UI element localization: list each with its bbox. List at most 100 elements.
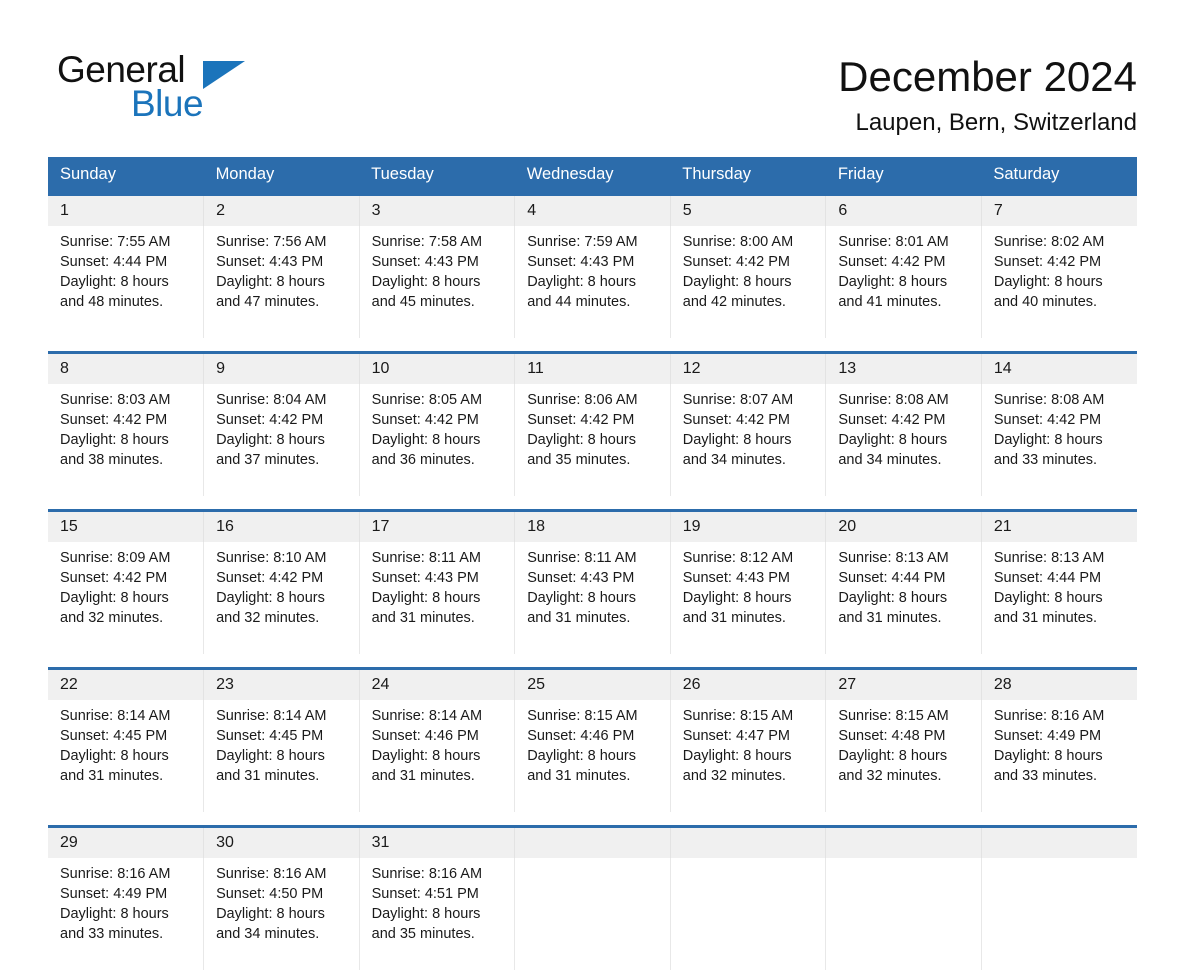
day-details-cell[interactable]: Sunrise: 7:55 AMSunset: 4:44 PMDaylight:… xyxy=(48,226,204,338)
week-details-row: Sunrise: 8:03 AMSunset: 4:42 PMDaylight:… xyxy=(48,384,1137,496)
day-daylight-line2-text: and 31 minutes. xyxy=(994,608,1129,628)
day-number-cell[interactable]: 26 xyxy=(670,669,826,701)
day-number-cell[interactable]: 10 xyxy=(359,353,515,385)
day-sunset-text: Sunset: 4:42 PM xyxy=(60,410,195,430)
day-details-cell[interactable]: Sunrise: 8:13 AMSunset: 4:44 PMDaylight:… xyxy=(826,542,982,654)
day-details-cell[interactable]: Sunrise: 8:01 AMSunset: 4:42 PMDaylight:… xyxy=(826,226,982,338)
day-number-cell[interactable]: 20 xyxy=(826,511,982,543)
day-daylight-line2-text: and 31 minutes. xyxy=(527,608,662,628)
day-number-cell[interactable] xyxy=(826,827,982,859)
day-number-cell[interactable]: 9 xyxy=(204,353,360,385)
day-details-cell[interactable]: Sunrise: 8:14 AMSunset: 4:45 PMDaylight:… xyxy=(204,700,360,812)
day-details-cell[interactable]: Sunrise: 8:05 AMSunset: 4:42 PMDaylight:… xyxy=(359,384,515,496)
day-details-cell[interactable]: Sunrise: 8:08 AMSunset: 4:42 PMDaylight:… xyxy=(981,384,1137,496)
day-details-cell[interactable]: Sunrise: 8:03 AMSunset: 4:42 PMDaylight:… xyxy=(48,384,204,496)
day-details-cell[interactable]: Sunrise: 8:02 AMSunset: 4:42 PMDaylight:… xyxy=(981,226,1137,338)
day-number-cell[interactable]: 4 xyxy=(515,195,671,227)
day-daylight-line2-text: and 34 minutes. xyxy=(838,450,973,470)
day-number-cell[interactable]: 24 xyxy=(359,669,515,701)
day-number-cell[interactable]: 29 xyxy=(48,827,204,859)
day-number-cell[interactable]: 6 xyxy=(826,195,982,227)
day-daylight-line2-text: and 35 minutes. xyxy=(372,924,507,944)
day-details-cell[interactable]: Sunrise: 8:06 AMSunset: 4:42 PMDaylight:… xyxy=(515,384,671,496)
day-sunrise-text: Sunrise: 8:08 AM xyxy=(994,390,1129,410)
day-details-cell[interactable]: Sunrise: 8:04 AMSunset: 4:42 PMDaylight:… xyxy=(204,384,360,496)
day-details-cell[interactable]: Sunrise: 8:10 AMSunset: 4:42 PMDaylight:… xyxy=(204,542,360,654)
day-daylight-line2-text: and 31 minutes. xyxy=(372,608,507,628)
day-details-cell[interactable]: Sunrise: 8:14 AMSunset: 4:45 PMDaylight:… xyxy=(48,700,204,812)
day-daylight-line1-text: Daylight: 8 hours xyxy=(372,746,507,766)
day-number-cell[interactable]: 3 xyxy=(359,195,515,227)
day-details-cell[interactable]: Sunrise: 8:11 AMSunset: 4:43 PMDaylight:… xyxy=(359,542,515,654)
day-number-cell[interactable]: 31 xyxy=(359,827,515,859)
day-number-cell[interactable]: 17 xyxy=(359,511,515,543)
day-details-cell[interactable] xyxy=(981,858,1137,970)
day-number-cell[interactable]: 22 xyxy=(48,669,204,701)
day-sunset-text: Sunset: 4:42 PM xyxy=(683,410,818,430)
day-sunset-text: Sunset: 4:43 PM xyxy=(683,568,818,588)
day-number-cell[interactable]: 30 xyxy=(204,827,360,859)
day-sunrise-text: Sunrise: 8:13 AM xyxy=(838,548,973,568)
week-separator xyxy=(48,812,1137,827)
day-daylight-line2-text: and 41 minutes. xyxy=(838,292,973,312)
day-number-cell[interactable]: 28 xyxy=(981,669,1137,701)
day-number-cell[interactable]: 23 xyxy=(204,669,360,701)
day-details-cell[interactable]: Sunrise: 8:14 AMSunset: 4:46 PMDaylight:… xyxy=(359,700,515,812)
day-details-cell[interactable]: Sunrise: 8:13 AMSunset: 4:44 PMDaylight:… xyxy=(981,542,1137,654)
day-daylight-line2-text: and 36 minutes. xyxy=(372,450,507,470)
day-sunset-text: Sunset: 4:42 PM xyxy=(994,252,1129,272)
day-number-cell[interactable]: 2 xyxy=(204,195,360,227)
day-details-cell[interactable]: Sunrise: 7:56 AMSunset: 4:43 PMDaylight:… xyxy=(204,226,360,338)
week-details-row: Sunrise: 8:09 AMSunset: 4:42 PMDaylight:… xyxy=(48,542,1137,654)
day-sunset-text: Sunset: 4:49 PM xyxy=(994,726,1129,746)
logo-text-blue: Blue xyxy=(131,84,203,124)
day-number-cell[interactable]: 1 xyxy=(48,195,204,227)
day-daylight-line1-text: Daylight: 8 hours xyxy=(527,430,662,450)
day-number-cell[interactable]: 12 xyxy=(670,353,826,385)
day-number-cell[interactable]: 14 xyxy=(981,353,1137,385)
day-number-cell[interactable]: 19 xyxy=(670,511,826,543)
day-details-cell[interactable]: Sunrise: 7:58 AMSunset: 4:43 PMDaylight:… xyxy=(359,226,515,338)
day-number-cell[interactable]: 7 xyxy=(981,195,1137,227)
day-number-cell[interactable]: 15 xyxy=(48,511,204,543)
day-number-cell[interactable]: 11 xyxy=(515,353,671,385)
day-details-cell[interactable]: Sunrise: 8:00 AMSunset: 4:42 PMDaylight:… xyxy=(670,226,826,338)
day-number-cell[interactable]: 16 xyxy=(204,511,360,543)
day-number-cell[interactable]: 27 xyxy=(826,669,982,701)
day-details-cell[interactable]: Sunrise: 8:09 AMSunset: 4:42 PMDaylight:… xyxy=(48,542,204,654)
day-number-cell[interactable] xyxy=(515,827,671,859)
day-sunrise-text: Sunrise: 8:14 AM xyxy=(216,706,351,726)
day-number-cell[interactable]: 21 xyxy=(981,511,1137,543)
day-number-cell[interactable]: 8 xyxy=(48,353,204,385)
day-details-cell[interactable]: Sunrise: 8:11 AMSunset: 4:43 PMDaylight:… xyxy=(515,542,671,654)
day-details-cell[interactable]: Sunrise: 7:59 AMSunset: 4:43 PMDaylight:… xyxy=(515,226,671,338)
day-number-cell[interactable]: 5 xyxy=(670,195,826,227)
day-details-cell[interactable]: Sunrise: 8:08 AMSunset: 4:42 PMDaylight:… xyxy=(826,384,982,496)
day-details-cell[interactable]: Sunrise: 8:16 AMSunset: 4:51 PMDaylight:… xyxy=(359,858,515,970)
day-sunrise-text: Sunrise: 8:15 AM xyxy=(838,706,973,726)
day-sunrise-text: Sunrise: 8:16 AM xyxy=(994,706,1129,726)
day-details-cell[interactable] xyxy=(826,858,982,970)
day-details-cell[interactable]: Sunrise: 8:07 AMSunset: 4:42 PMDaylight:… xyxy=(670,384,826,496)
day-number-cell[interactable]: 25 xyxy=(515,669,671,701)
day-details-cell[interactable]: Sunrise: 8:15 AMSunset: 4:47 PMDaylight:… xyxy=(670,700,826,812)
day-details-cell[interactable]: Sunrise: 8:15 AMSunset: 4:48 PMDaylight:… xyxy=(826,700,982,812)
day-number-cell[interactable]: 13 xyxy=(826,353,982,385)
day-number-cell[interactable]: 18 xyxy=(515,511,671,543)
day-details-cell[interactable]: Sunrise: 8:16 AMSunset: 4:49 PMDaylight:… xyxy=(48,858,204,970)
day-sunset-text: Sunset: 4:43 PM xyxy=(372,568,507,588)
day-details-cell[interactable]: Sunrise: 8:16 AMSunset: 4:50 PMDaylight:… xyxy=(204,858,360,970)
day-details-cell[interactable] xyxy=(515,858,671,970)
day-daylight-line2-text: and 32 minutes. xyxy=(216,608,351,628)
day-number-cell[interactable] xyxy=(670,827,826,859)
day-sunset-text: Sunset: 4:42 PM xyxy=(838,252,973,272)
day-number-cell[interactable] xyxy=(981,827,1137,859)
day-details-cell[interactable]: Sunrise: 8:16 AMSunset: 4:49 PMDaylight:… xyxy=(981,700,1137,812)
day-details-cell[interactable] xyxy=(670,858,826,970)
day-daylight-line1-text: Daylight: 8 hours xyxy=(683,272,818,292)
day-daylight-line1-text: Daylight: 8 hours xyxy=(216,746,351,766)
day-details-cell[interactable]: Sunrise: 8:12 AMSunset: 4:43 PMDaylight:… xyxy=(670,542,826,654)
day-details-cell[interactable]: Sunrise: 8:15 AMSunset: 4:46 PMDaylight:… xyxy=(515,700,671,812)
day-sunset-text: Sunset: 4:43 PM xyxy=(216,252,351,272)
calendar-header-row: Sunday Monday Tuesday Wednesday Thursday… xyxy=(48,157,1137,195)
